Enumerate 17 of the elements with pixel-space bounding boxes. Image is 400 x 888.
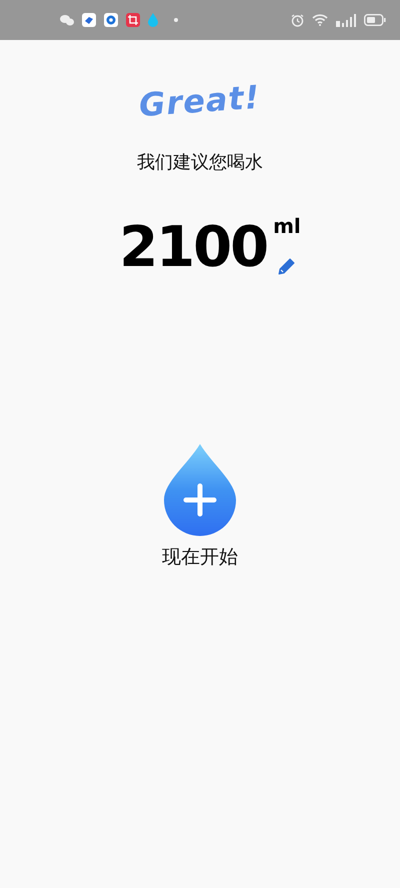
add-drop-icon[interactable] xyxy=(164,444,236,536)
pencil-icon[interactable] xyxy=(277,256,298,276)
app-icon xyxy=(104,13,118,27)
app-icon xyxy=(82,13,96,27)
wifi-icon xyxy=(312,14,328,26)
subtitle: 我们建议您喝水 xyxy=(137,151,263,174)
unit-label: ml xyxy=(273,216,301,236)
chat-bubbles-icon xyxy=(60,14,74,26)
battery-icon xyxy=(364,14,386,26)
alarm-icon xyxy=(291,14,304,26)
crop-icon xyxy=(126,13,140,27)
signal-icon xyxy=(336,14,356,26)
drop-icon xyxy=(148,13,158,27)
dot-icon xyxy=(174,18,178,22)
headline: Great! xyxy=(138,78,262,124)
water-amount: 2100 xyxy=(119,220,268,276)
start-button[interactable]: 现在开始 xyxy=(158,542,242,572)
